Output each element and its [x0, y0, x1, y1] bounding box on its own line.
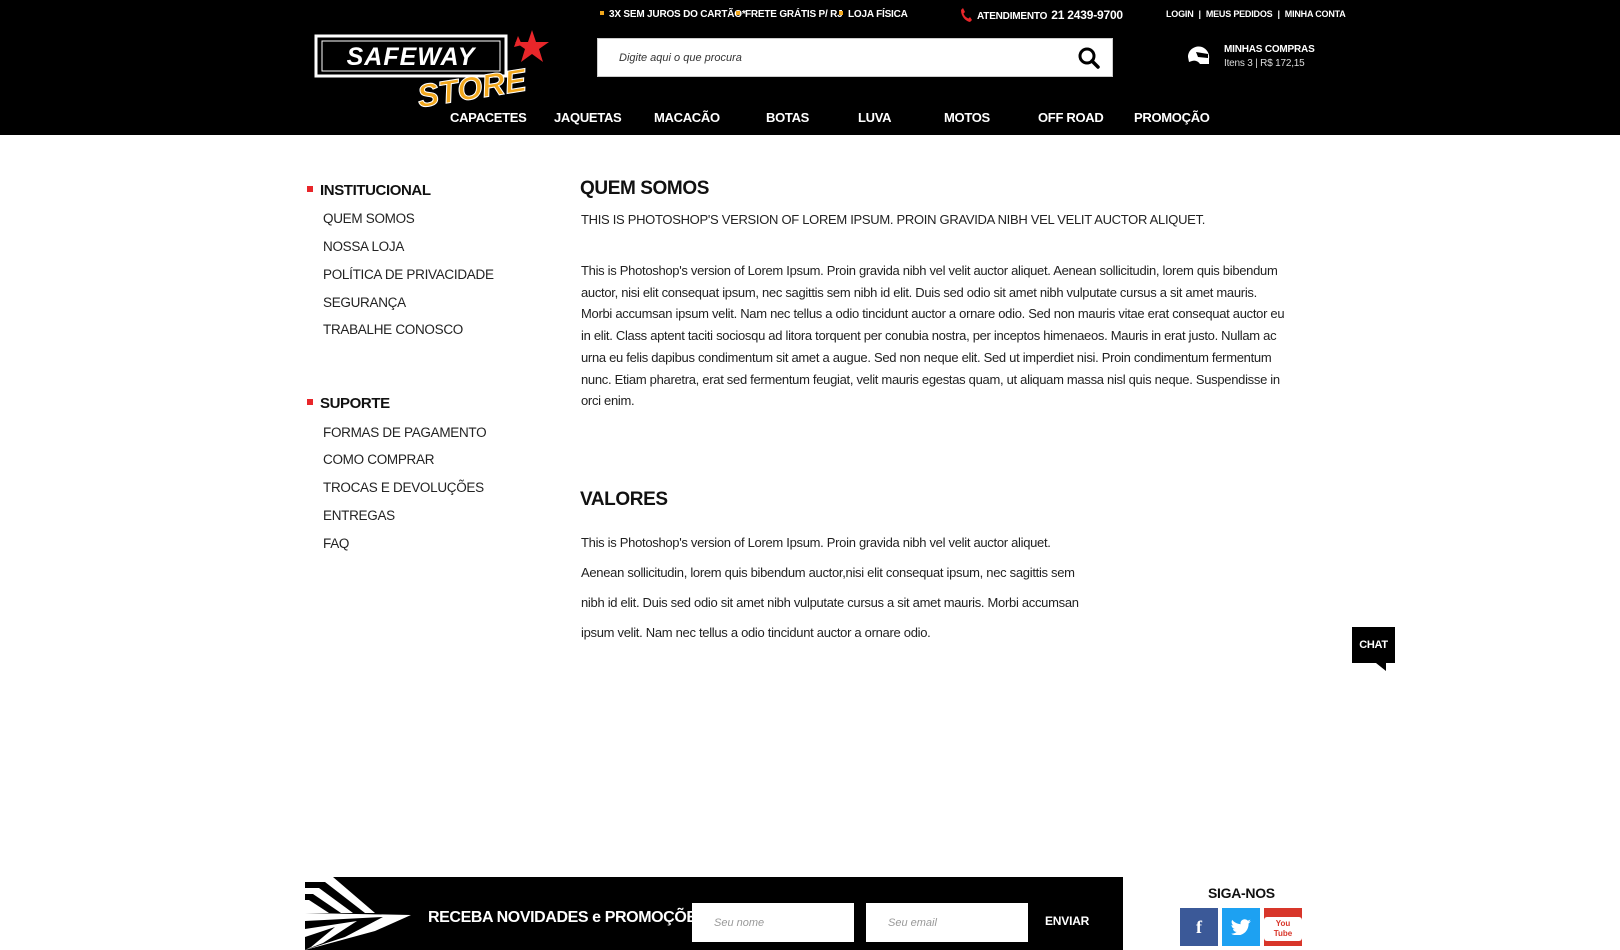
stripes-graphic [305, 877, 411, 950]
section-body-quem-somos: This is Photoshop's version of Lorem Ips… [581, 263, 1285, 409]
nav-promocao[interactable]: PROMOÇÃO [1134, 110, 1210, 125]
account-links: LOGIN | MEUS PEDIDOS | MINHA CONTA [1166, 9, 1346, 19]
sidebar-item-quem-somos[interactable]: QUEM SOMOS [323, 211, 415, 226]
promo-installments[interactable]: 3X SEM JUROS DO CARTÃO* [600, 9, 746, 20]
sidebar-item-como-comprar[interactable]: COMO COMPRAR [323, 452, 434, 467]
safeway-store-logo[interactable]: SAFEWAY STORE [314, 28, 554, 110]
section-title-valores: VALORES [580, 489, 668, 510]
chat-label: CHAT [1352, 627, 1395, 663]
chat-button[interactable]: CHAT [1352, 627, 1395, 671]
nav-jaquetas[interactable]: JAQUETAS [554, 110, 622, 125]
sidebar-item-faq[interactable]: FAQ [323, 536, 349, 551]
bullet-icon [307, 186, 313, 192]
sidebar-item-entregas[interactable]: ENTREGAS [323, 508, 395, 523]
sidebar-heading-institucional: INSTITUCIONAL [307, 182, 431, 199]
search-input[interactable] [598, 39, 1058, 76]
helmet-icon [1188, 46, 1210, 64]
social-title: SIGA-NOS [1208, 885, 1275, 901]
search-bar [597, 38, 1113, 77]
section-title-quem-somos: QUEM SOMOS [580, 178, 710, 199]
sidebar-item-seguranca[interactable]: SEGURANÇA [323, 295, 406, 310]
phone-icon [961, 8, 972, 22]
sidebar-heading-suporte: SUPORTE [307, 395, 390, 412]
customer-service: ATENDIMENTO 21 2439-9700 [960, 8, 1123, 22]
separator: | [1198, 9, 1202, 19]
newsletter-send-button[interactable]: ENVIAR [1045, 914, 1089, 928]
sidebar-item-politica-privacidade[interactable]: POLÍTICA DE PRIVACIDADE [323, 267, 494, 282]
login-link[interactable]: LOGIN [1166, 9, 1194, 19]
phone-number: 21 2439-9700 [1051, 8, 1123, 22]
nav-botas[interactable]: BOTAS [766, 110, 809, 125]
bullet-icon [839, 11, 843, 15]
bullet-icon [600, 11, 604, 15]
promo-free-shipping[interactable]: FRETE GRÁTIS P/ RJ [736, 9, 843, 20]
sidebar-item-nossa-loja[interactable]: NOSSA LOJA [323, 239, 404, 254]
site-header: 3X SEM JUROS DO CARTÃO* FRETE GRÁTIS P/ … [0, 0, 1620, 135]
newsletter-email-input[interactable] [866, 903, 1028, 942]
chat-bubble-tail [1376, 663, 1386, 671]
cart-title: MINHAS COMPRAS [1224, 44, 1315, 55]
bullet-icon [307, 399, 313, 405]
section-body-valores: This is Photoshop's version of Lorem Ips… [581, 535, 1079, 640]
separator: | [1277, 9, 1280, 19]
bullet-icon [736, 11, 740, 15]
nav-luva[interactable]: LUVA [858, 110, 892, 125]
promo-physical-store[interactable]: LOJA FÍSICA [839, 9, 908, 20]
main-navigation: CAPACETES JAQUETAS MACACÃO BOTAS LUVA MO… [0, 110, 1620, 130]
sidebar-item-formas-pagamento[interactable]: FORMAS DE PAGAMENTO [323, 425, 487, 440]
nav-macacao[interactable]: MACACÃO [654, 110, 720, 125]
youtube-label: You Tube [1264, 917, 1302, 941]
logo-safeway-text: SAFEWAY [347, 43, 477, 71]
newsletter-bar: RECEBA NOVIDADES e PROMOÇÕES ENVIAR [305, 877, 1123, 950]
youtube-icon[interactable]: You Tube [1264, 908, 1302, 946]
my-account-link[interactable]: MINHA CONTA [1285, 9, 1346, 19]
twitter-icon[interactable] [1222, 908, 1260, 946]
nav-off-road[interactable]: OFF ROAD [1038, 110, 1104, 125]
top-bar: 3X SEM JUROS DO CARTÃO* FRETE GRÁTIS P/ … [0, 8, 1620, 23]
cart-summary[interactable]: MINHAS COMPRAS Itens 3 | R$ 172,15 [1186, 44, 1326, 74]
my-orders-link[interactable]: MEUS PEDIDOS [1206, 9, 1273, 19]
sidebar-item-trocas-devolucoes[interactable]: TROCAS E DEVOLUÇÕES [323, 480, 484, 495]
newsletter-name-input[interactable] [692, 903, 854, 942]
nav-capacetes[interactable]: CAPACETES [450, 110, 527, 125]
facebook-icon[interactable]: f [1180, 908, 1218, 946]
section-subtitle: THIS IS PHOTOSHOP'S VERSION OF LOREM IPS… [581, 212, 1206, 227]
nav-motos[interactable]: MOTOS [944, 110, 990, 125]
twitter-bird-icon [1231, 919, 1251, 936]
sidebar-item-trabalhe-conosco[interactable]: TRABALHE CONOSCO [323, 322, 463, 337]
newsletter-title: RECEBA NOVIDADES e PROMOÇÕES [428, 909, 707, 926]
logo-star-icon [515, 30, 549, 62]
cart-info: Itens 3 | R$ 172,15 [1224, 58, 1305, 69]
search-icon[interactable] [1078, 47, 1100, 69]
